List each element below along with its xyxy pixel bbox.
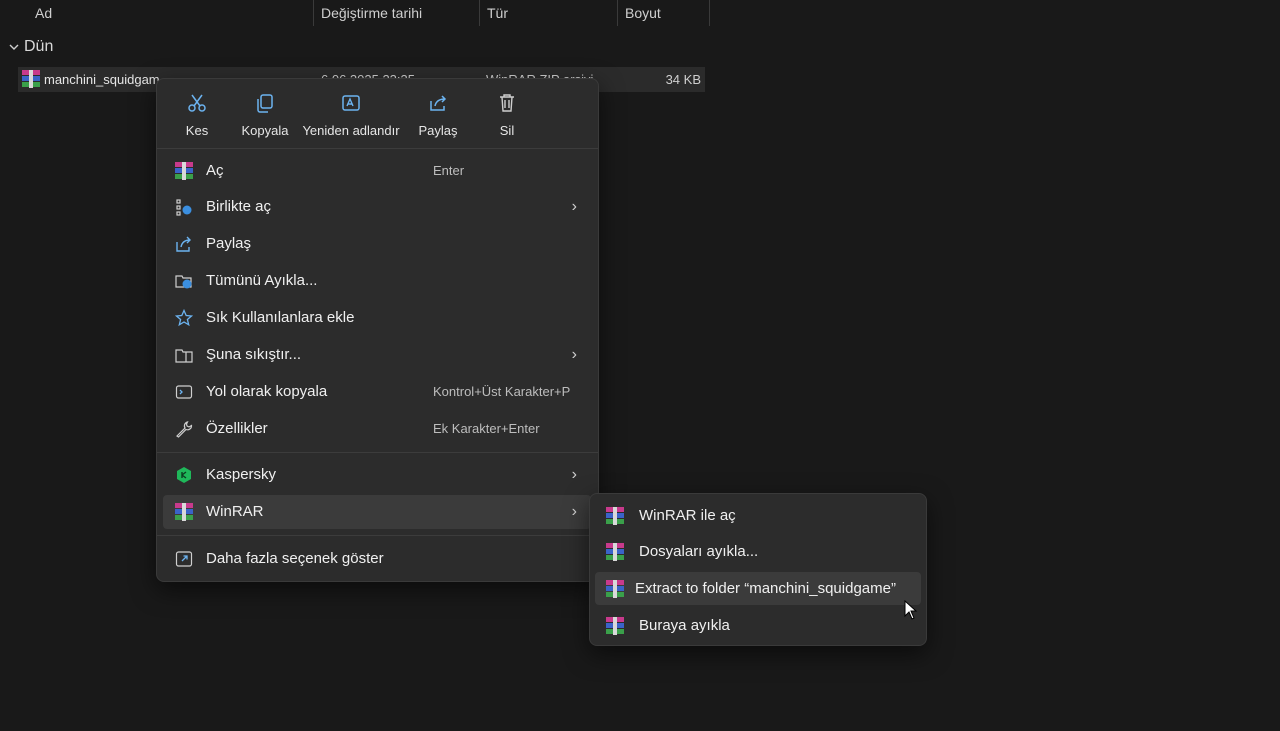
copy-path-icon — [175, 385, 193, 399]
submenu-item-open-with-winrar[interactable]: WinRAR ile aç — [595, 499, 921, 532]
menu-item-label: Aç — [206, 162, 224, 179]
menu-item-label: Kaspersky — [206, 466, 277, 483]
chevron-right-icon: › — [571, 466, 577, 483]
menu-item-kaspersky[interactable]: Kaspersky › — [163, 458, 591, 492]
chevron-right-icon: › — [571, 346, 577, 363]
open-with-icon — [176, 199, 192, 216]
winrar-icon — [606, 543, 624, 561]
cut-label: Kes — [185, 123, 209, 138]
rename-button[interactable]: Yeniden adlandır — [298, 91, 404, 138]
chevron-right-icon: › — [571, 198, 577, 215]
file-size: 34 KB — [665, 72, 701, 87]
menu-item-copy-path[interactable]: Yol olarak kopyala Kontrol+Üst Karakter+… — [163, 375, 591, 409]
menu-item-label: Paylaş — [206, 235, 252, 252]
submenu-item-label: WinRAR ile aç — [639, 507, 736, 524]
extract-all-icon — [175, 275, 192, 289]
winrar-icon — [175, 162, 193, 180]
submenu-item-extract-files[interactable]: Dosyaları ayıkla... — [595, 535, 921, 568]
submenu-item-label: Buraya ayıkla — [639, 617, 730, 634]
group-header[interactable]: Dün — [8, 38, 53, 56]
kaspersky-icon — [177, 467, 191, 483]
menu-item-label: Tümünü Ayıkla... — [206, 272, 318, 289]
menu-item-compress-to[interactable]: Şuna sıkıştır... › — [163, 338, 591, 372]
cut-icon — [188, 94, 206, 112]
column-date[interactable]: Değiştirme tarihi — [321, 5, 422, 21]
menu-item-label: Yol olarak kopyala — [206, 383, 328, 400]
menu-item-add-favorites[interactable]: Sık Kullanılanlara ekle — [163, 301, 591, 335]
column-type[interactable]: Tür — [487, 5, 508, 21]
share-quick-button[interactable]: Paylaş — [400, 91, 476, 138]
cut-button[interactable]: Kes — [159, 91, 235, 138]
submenu-item-extract-to-folder[interactable]: Extract to folder “manchini_squidgame” — [595, 572, 921, 605]
winrar-icon — [175, 503, 193, 521]
menu-divider — [157, 148, 598, 149]
menu-item-label: Birlikte aç — [206, 198, 272, 215]
menu-item-shortcut: Kontrol+Üst Karakter+P — [433, 384, 571, 399]
column-divider[interactable] — [313, 0, 314, 26]
share-label: Paylaş — [418, 123, 458, 138]
share-icon — [176, 236, 191, 252]
chevron-down-icon — [9, 44, 19, 50]
menu-item-label: Sık Kullanılanlara ekle — [206, 309, 355, 326]
copy-button[interactable]: Kopyala — [227, 91, 303, 138]
menu-item-shortcut: Ek Karakter+Enter — [433, 421, 540, 436]
winrar-icon — [606, 580, 624, 598]
copy-icon — [257, 94, 273, 113]
menu-divider — [157, 452, 598, 453]
menu-item-shortcut: Enter — [433, 163, 465, 178]
share-icon — [430, 95, 447, 111]
group-label: Dün — [24, 38, 54, 55]
file-name: manchini_squidgam — [44, 72, 160, 87]
column-divider[interactable] — [617, 0, 618, 26]
menu-item-label: Şuna sıkıştır... — [206, 346, 302, 363]
menu-item-extract-all[interactable]: Tümünü Ayıkla... — [163, 264, 591, 298]
winrar-icon — [606, 507, 624, 525]
menu-item-open[interactable]: Aç Enter — [163, 154, 591, 188]
rename-icon — [342, 95, 360, 111]
delete-label: Sil — [499, 123, 515, 138]
column-headers: Ad Değiştirme tarihi Tür Boyut — [0, 0, 710, 26]
column-divider[interactable] — [709, 0, 710, 26]
menu-item-properties[interactable]: Özellikler Ek Karakter+Enter — [163, 412, 591, 446]
column-size[interactable]: Boyut — [625, 5, 661, 21]
mouse-cursor-icon — [904, 600, 918, 620]
menu-item-label: Daha fazla seçenek göster — [206, 550, 384, 567]
rename-label: Yeniden adlandır — [302, 123, 400, 138]
menu-divider — [157, 535, 598, 536]
winrar-submenu: WinRAR ile aç Dosyaları ayıkla... Extrac… — [589, 493, 927, 646]
winrar-icon — [606, 617, 624, 635]
compress-icon — [175, 349, 193, 363]
chevron-right-icon: › — [571, 503, 577, 520]
menu-item-label: Özellikler — [206, 420, 268, 437]
menu-item-more-options[interactable]: Daha fazla seçenek göster — [163, 542, 591, 576]
submenu-item-extract-here[interactable]: Buraya ayıkla — [595, 609, 921, 642]
delete-button[interactable]: Sil — [469, 91, 545, 138]
menu-item-winrar[interactable]: WinRAR › — [163, 495, 591, 529]
submenu-item-label: Dosyaları ayıkla... — [639, 543, 759, 560]
winrar-archive-icon — [22, 70, 40, 88]
menu-item-open-with[interactable]: Birlikte aç › — [163, 190, 591, 224]
wrench-icon — [176, 421, 193, 438]
submenu-item-label: Extract to folder “manchini_squidgame” — [635, 580, 896, 597]
context-menu: Kes Kopyala Yeniden adlandır Paylaş Sil … — [156, 78, 599, 582]
menu-item-label: WinRAR — [206, 503, 264, 520]
delete-icon — [500, 94, 514, 112]
star-icon — [175, 309, 193, 327]
menu-item-share[interactable]: Paylaş — [163, 227, 591, 261]
more-options-icon — [175, 551, 193, 567]
copy-label: Kopyala — [241, 123, 289, 138]
column-name[interactable]: Ad — [35, 5, 52, 21]
column-divider[interactable] — [479, 0, 480, 26]
